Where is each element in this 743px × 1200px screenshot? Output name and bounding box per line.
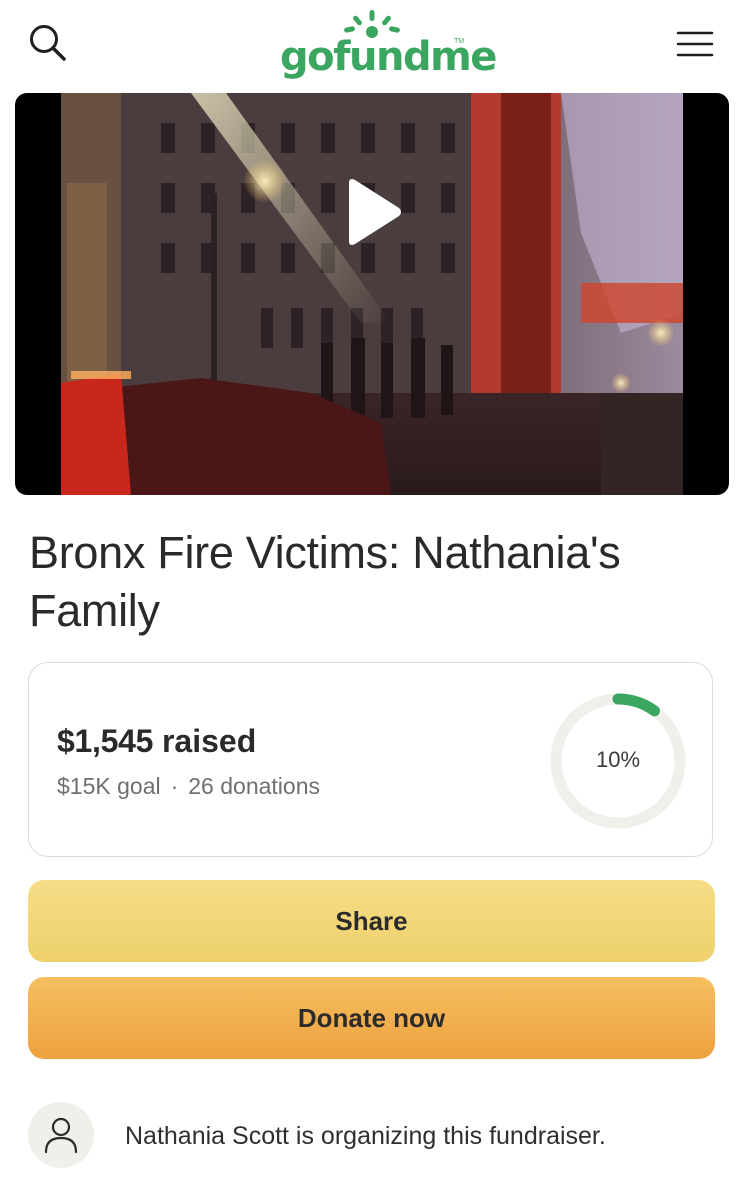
raised-value: $1,545: [57, 723, 154, 759]
organizer-row: Nathania Scott is organizing this fundra…: [28, 1102, 718, 1172]
separator-dot: ·: [170, 773, 179, 799]
share-button[interactable]: Share: [28, 880, 715, 962]
goal-amount: $15K goal: [57, 773, 161, 799]
raised-amount: $1,545 raised: [57, 723, 256, 760]
gofundme-logo[interactable]: gofundme TM: [276, 10, 497, 82]
donate-now-button[interactable]: Donate now: [28, 977, 715, 1059]
donation-count: 26 donations: [188, 773, 320, 799]
raised-label: raised: [161, 723, 257, 759]
top-header: gofundme TM: [0, 0, 743, 92]
progress-percent: 10%: [595, 747, 641, 772]
campaign-video[interactable]: [15, 93, 729, 495]
organizer-avatar[interactable]: [28, 1102, 94, 1168]
user-icon: [44, 1117, 78, 1154]
search-button[interactable]: [24, 20, 72, 68]
campaign-title: Bronx Fire Victims: Nathania's Family: [29, 527, 621, 636]
organizer-text: Nathania Scott is organizing this fundra…: [125, 1122, 606, 1150]
goal-summary: $15K goal · 26 donations: [57, 773, 320, 800]
hamburger-menu-icon: [676, 31, 714, 57]
search-icon: [30, 25, 66, 61]
logo-trademark: TM: [454, 38, 465, 45]
donation-stats-card: $1,545 raised $15K goal · 26 donations 10%: [28, 662, 713, 857]
play-icon[interactable]: [343, 177, 403, 247]
menu-button[interactable]: [672, 22, 718, 68]
video-thumbnail: [61, 93, 683, 495]
